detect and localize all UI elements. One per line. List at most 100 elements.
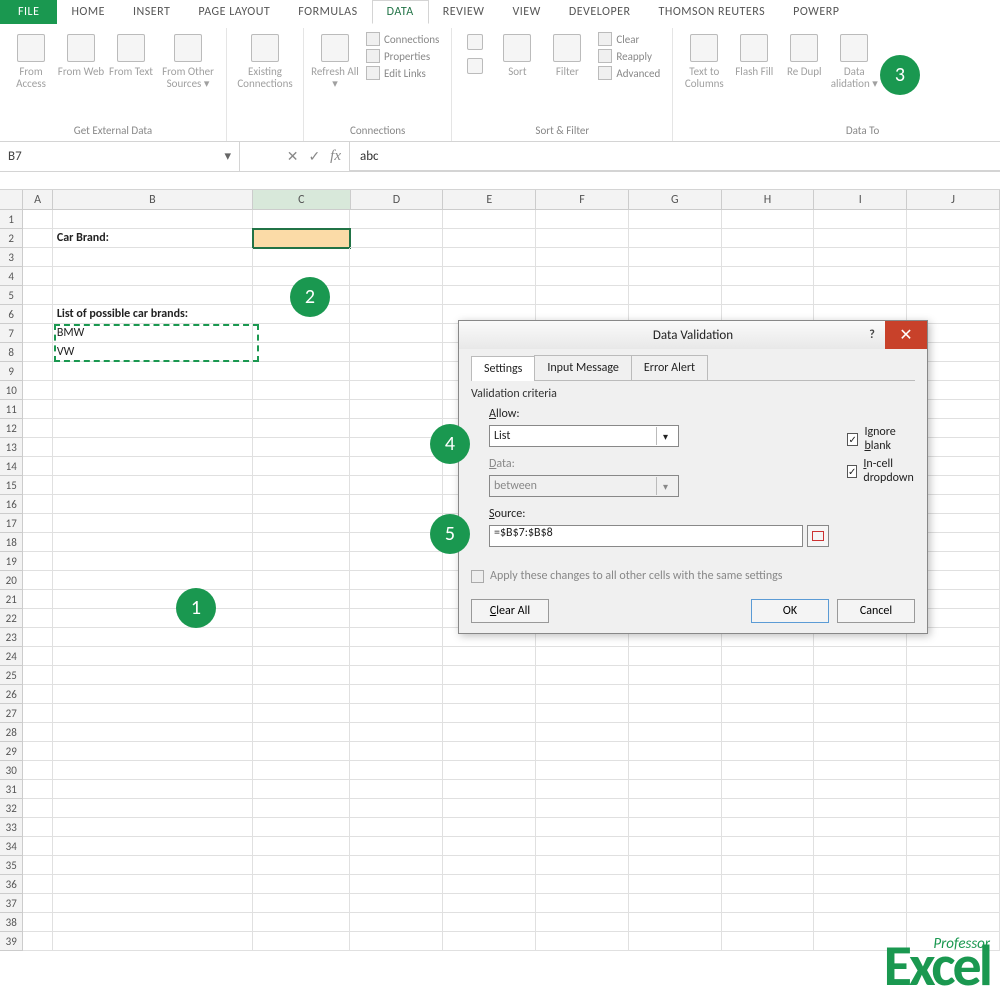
cell-H31[interactable] [722,780,815,799]
cell-E38[interactable] [443,913,536,932]
cell-G31[interactable] [629,780,722,799]
cell-D14[interactable] [350,457,443,476]
cell-C13[interactable] [253,438,351,457]
row-header-14[interactable]: 14 [0,457,23,476]
allow-dropdown[interactable]: List▾ [489,425,679,447]
cell-D21[interactable] [350,590,443,609]
cell-B8[interactable]: VW [53,343,253,362]
cell-A27[interactable] [23,704,52,723]
tab-input-message[interactable]: Input Message [534,355,632,380]
tab-file[interactable]: FILE [0,0,57,24]
cell-A32[interactable] [23,799,52,818]
cell-D25[interactable] [350,666,443,685]
cell-B30[interactable] [53,761,253,780]
cell-I1[interactable] [814,210,907,229]
row-header-34[interactable]: 34 [0,837,23,856]
cell-F29[interactable] [536,742,629,761]
cell-A38[interactable] [23,913,52,932]
cell-D15[interactable] [350,476,443,495]
cell-C21[interactable] [253,590,351,609]
cell-C31[interactable] [253,780,351,799]
cell-J30[interactable] [907,761,1000,780]
source-input[interactable]: =$B$7:$B$8 [489,525,803,547]
cell-C14[interactable] [253,457,351,476]
cell-G4[interactable] [629,267,722,286]
cell-B6[interactable]: List of possible car brands: [53,305,253,324]
dialog-titlebar[interactable]: Data Validation ? ✕ [459,321,927,349]
cell-E5[interactable] [443,286,536,305]
cell-E28[interactable] [443,723,536,742]
cell-H26[interactable] [722,685,815,704]
row-header-31[interactable]: 31 [0,780,23,799]
row-header-33[interactable]: 33 [0,818,23,837]
cell-A17[interactable] [23,514,52,533]
cell-C20[interactable] [253,571,351,590]
row-header-26[interactable]: 26 [0,685,23,704]
cell-J25[interactable] [907,666,1000,685]
cell-A23[interactable] [23,628,52,647]
cell-D26[interactable] [350,685,443,704]
row-header-27[interactable]: 27 [0,704,23,723]
cell-C29[interactable] [253,742,351,761]
cell-F1[interactable] [536,210,629,229]
refresh-all-button[interactable]: Refresh All ▾ [310,28,360,122]
cell-B17[interactable] [53,514,253,533]
cell-C9[interactable] [253,362,351,381]
text-to-columns-button[interactable]: Text to Columns [679,28,729,122]
cell-J24[interactable] [907,647,1000,666]
cell-B4[interactable] [53,267,253,286]
cell-C34[interactable] [253,837,351,856]
cell-B15[interactable] [53,476,253,495]
cell-B2[interactable]: Car Brand: [53,229,253,248]
row-header-21[interactable]: 21 [0,590,23,609]
cell-B7[interactable]: BMW [53,324,253,343]
cell-F33[interactable] [536,818,629,837]
cell-D33[interactable] [350,818,443,837]
cell-C16[interactable] [253,495,351,514]
tab-formulas[interactable]: FORMULAS [284,0,371,24]
cell-H35[interactable] [722,856,815,875]
cell-D30[interactable] [350,761,443,780]
cell-D4[interactable] [350,267,443,286]
in-cell-dropdown-checkbox[interactable]: ✓In-cell dropdown [847,457,916,485]
cell-B36[interactable] [53,875,253,894]
cell-A11[interactable] [23,400,52,419]
cell-G1[interactable] [629,210,722,229]
cell-H24[interactable] [722,647,815,666]
cell-A5[interactable] [23,286,52,305]
cell-J29[interactable] [907,742,1000,761]
row-header-11[interactable]: 11 [0,400,23,419]
cell-A8[interactable] [23,343,52,362]
tab-powerp[interactable]: POWERP [779,0,853,24]
cell-H33[interactable] [722,818,815,837]
cell-C24[interactable] [253,647,351,666]
cell-I30[interactable] [814,761,907,780]
name-box[interactable]: B7▾ [0,142,240,171]
range-select-button[interactable] [807,525,829,547]
row-header-37[interactable]: 37 [0,894,23,913]
cell-G25[interactable] [629,666,722,685]
cell-J35[interactable] [907,856,1000,875]
filter-button[interactable]: Filter [542,28,592,122]
cell-I3[interactable] [814,248,907,267]
cell-D11[interactable] [350,400,443,419]
cell-F31[interactable] [536,780,629,799]
row-header-7[interactable]: 7 [0,324,23,343]
cell-A6[interactable] [23,305,52,324]
existing-connections-button[interactable]: Existing Connections [233,28,297,122]
cell-A36[interactable] [23,875,52,894]
cell-I35[interactable] [814,856,907,875]
cell-B22[interactable] [53,609,253,628]
cell-E1[interactable] [443,210,536,229]
confirm-entry-icon[interactable]: ✓ [308,148,320,165]
cell-A4[interactable] [23,267,52,286]
cell-I33[interactable] [814,818,907,837]
cell-G5[interactable] [629,286,722,305]
cell-F39[interactable] [536,932,629,951]
properties-button[interactable]: Properties [366,49,439,63]
cell-D24[interactable] [350,647,443,666]
row-header-19[interactable]: 19 [0,552,23,571]
cell-A12[interactable] [23,419,52,438]
row-header-35[interactable]: 35 [0,856,23,875]
cell-F30[interactable] [536,761,629,780]
